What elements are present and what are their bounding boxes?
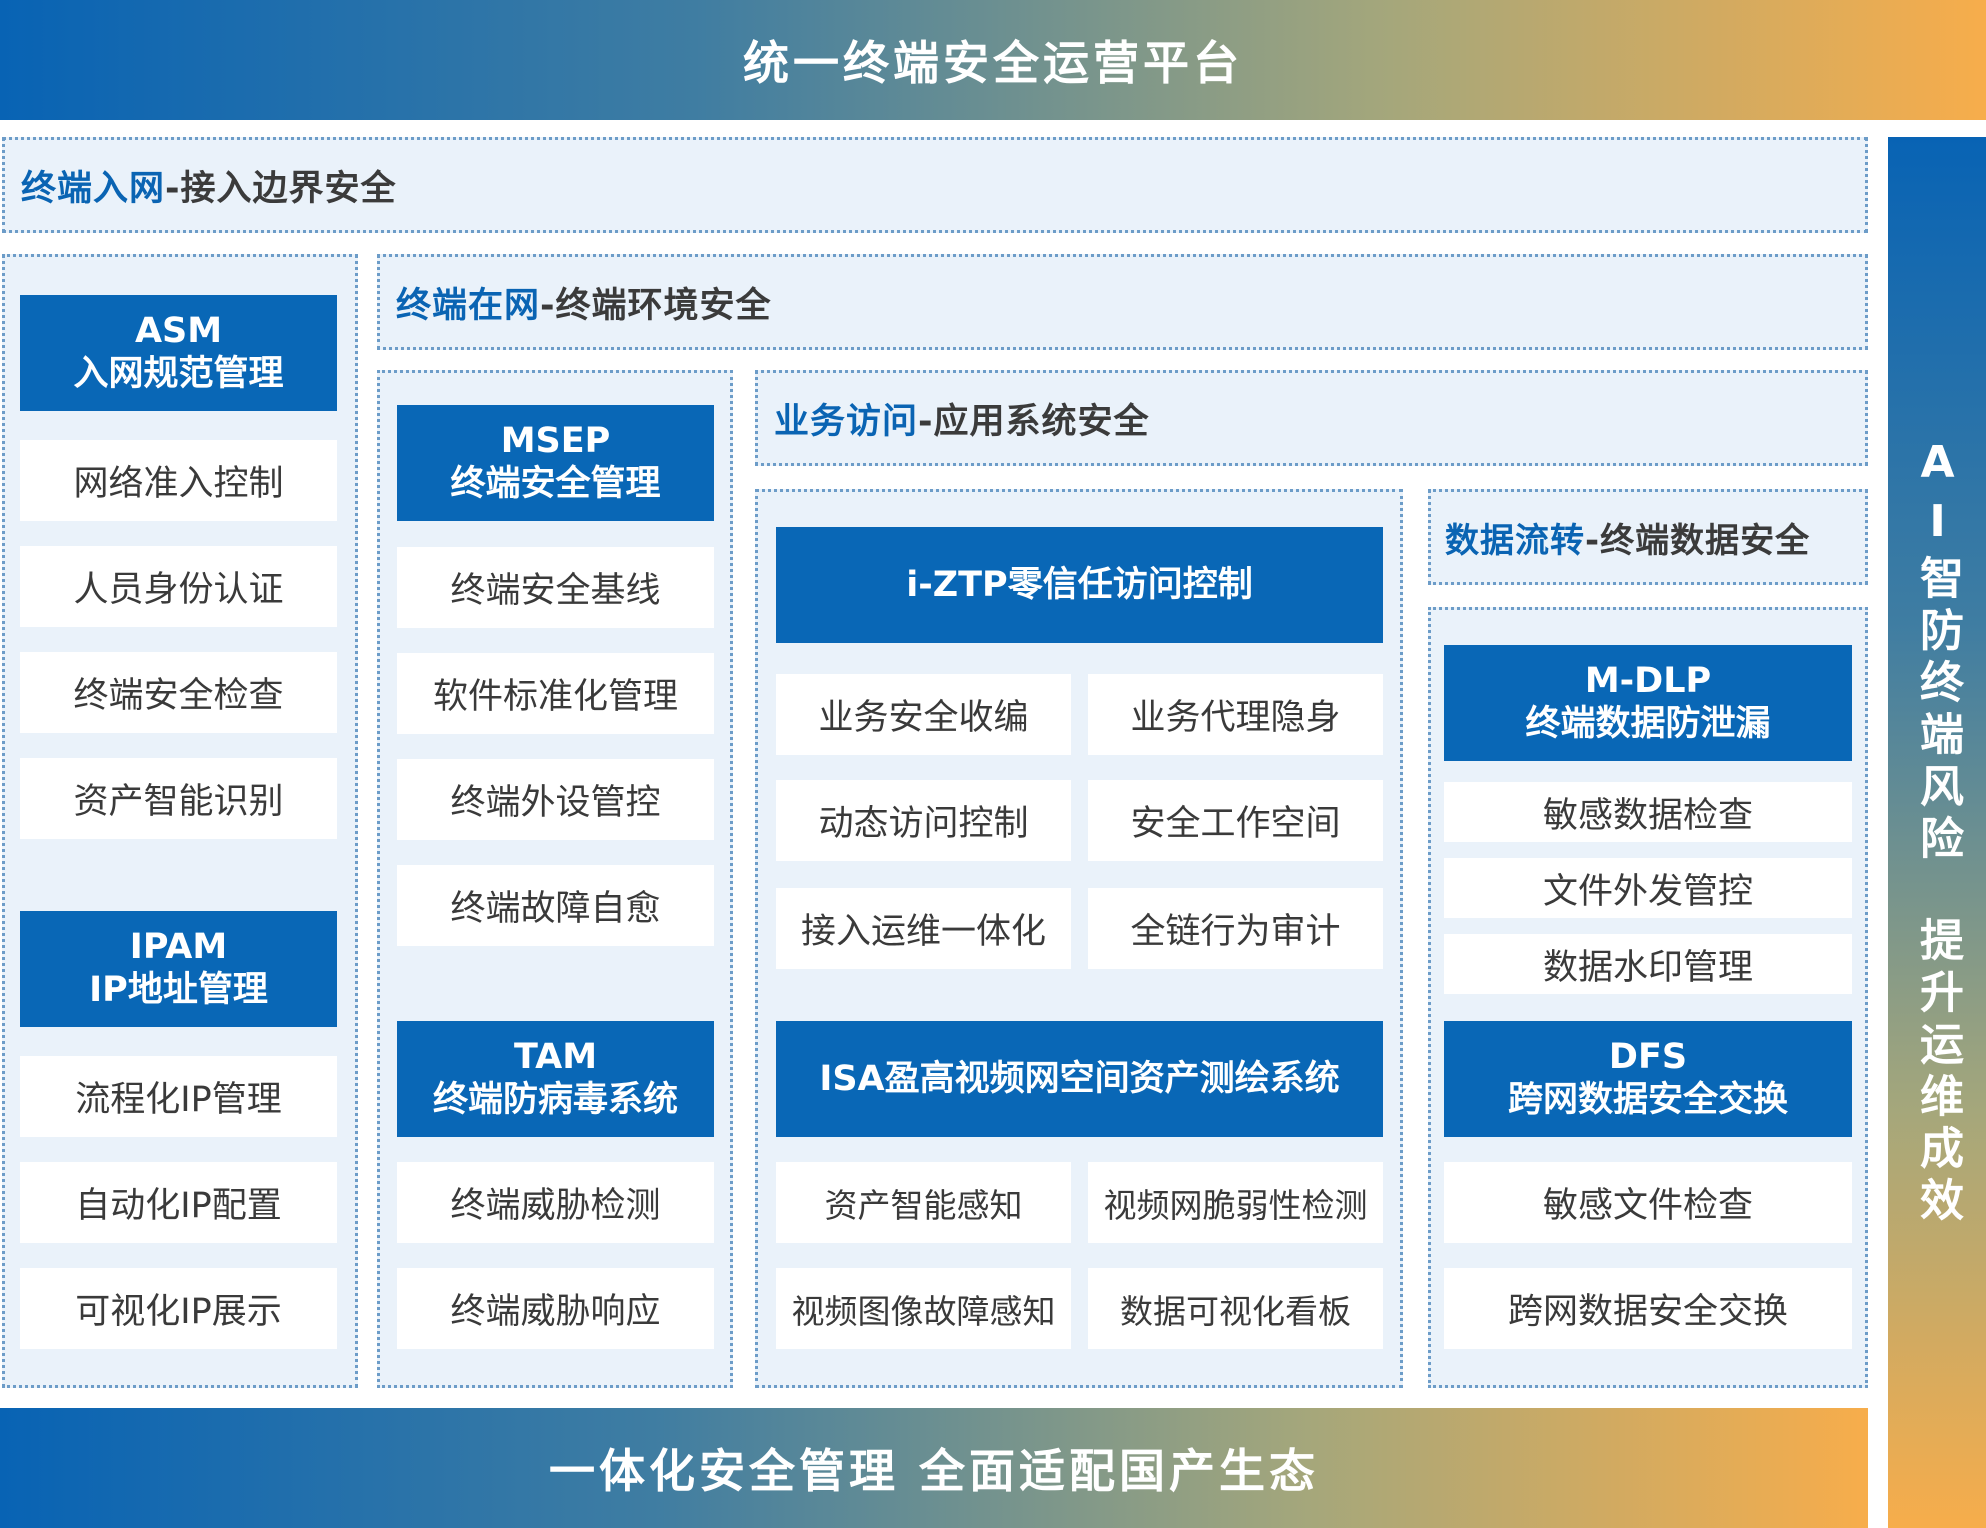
iztp-item: 安全工作空间: [1088, 780, 1383, 861]
top-banner: 统一终端安全运营平台: [0, 0, 1986, 120]
layer-env-rest: -终端环境安全: [540, 285, 772, 326]
dfs-label: 跨网数据安全交换: [1507, 1080, 1788, 1120]
mdlp-header: M-DLP 终端数据防泄漏: [1444, 645, 1852, 761]
layer-env-highlight: 终端在网: [396, 285, 541, 326]
asm-code: ASM: [134, 311, 223, 351]
asm-item: 资产智能识别: [20, 758, 337, 839]
iztp-item: 全链行为审计: [1088, 888, 1383, 969]
isa-item: 视频网脆弱性检测: [1088, 1162, 1383, 1243]
ipam-code: IPAM: [129, 927, 228, 967]
layer-access-title: 终端入网 -接入边界安全: [2, 137, 1868, 233]
layer-app-highlight: 业务访问: [774, 401, 919, 442]
ipam-header: IPAM IP地址管理: [20, 911, 337, 1027]
side-banner: AI智防终端风险 提升运维成效: [1888, 137, 1986, 1528]
iztp-item: 接入运维一体化: [776, 888, 1071, 969]
layer-access-highlight: 终端入网: [21, 168, 166, 209]
ipam-item: 自动化IP配置: [20, 1162, 337, 1243]
mdlp-label: 终端数据防泄漏: [1525, 704, 1771, 744]
layer-app-rest: -应用系统安全: [918, 401, 1150, 442]
iztp-item: 业务代理隐身: [1088, 674, 1383, 755]
ipam-label: IP地址管理: [89, 970, 268, 1010]
tam-item: 终端威胁响应: [397, 1268, 714, 1349]
iztp-item: 动态访问控制: [776, 780, 1071, 861]
layer-data-highlight: 数据流转: [1445, 520, 1585, 561]
mdlp-item: 数据水印管理: [1444, 934, 1852, 994]
layer-data-title: 数据流转 -终端数据安全: [1428, 489, 1868, 585]
mdlp-code: M-DLP: [1584, 661, 1712, 701]
asm-header: ASM 入网规范管理: [20, 295, 337, 411]
asm-item: 终端安全检查: [20, 652, 337, 733]
tam-label: 终端防病毒系统: [432, 1080, 678, 1120]
layer-access-rest: -接入边界安全: [165, 168, 397, 209]
isa-item: 资产智能感知: [776, 1162, 1071, 1243]
iztp-title: i-ZTP零信任访问控制: [906, 564, 1253, 605]
mdlp-item: 敏感数据检查: [1444, 782, 1852, 842]
tam-code: TAM: [513, 1037, 598, 1077]
asm-label: 入网规范管理: [73, 354, 284, 394]
asm-item: 人员身份认证: [20, 546, 337, 627]
mdlp-item: 文件外发管控: [1444, 858, 1852, 918]
msep-item: 终端故障自愈: [397, 865, 714, 946]
ipam-item: 可视化IP展示: [20, 1268, 337, 1349]
msep-item: 终端外设管控: [397, 759, 714, 840]
msep-item: 终端安全基线: [397, 547, 714, 628]
asm-item: 网络准入控制: [20, 440, 337, 521]
bottom-banner: 一体化安全管理 全面适配国产生态: [0, 1408, 1868, 1528]
layer-env-title: 终端在网 -终端环境安全: [377, 254, 1868, 350]
tam-header: TAM 终端防病毒系统: [397, 1021, 714, 1137]
layer-data-rest: -终端数据安全: [1585, 520, 1811, 561]
isa-item: 数据可视化看板: [1088, 1268, 1383, 1349]
side-banner-line2: 提升运维成效: [1912, 916, 1963, 1229]
dfs-header: DFS 跨网数据安全交换: [1444, 1021, 1852, 1137]
dfs-item: 敏感文件检查: [1444, 1162, 1852, 1243]
layer-app-title: 业务访问 -应用系统安全: [755, 370, 1868, 466]
dfs-item: 跨网数据安全交换: [1444, 1268, 1852, 1349]
isa-title: ISA盈高视频网空间资产测绘系统: [819, 1058, 1340, 1099]
isa-item: 视频图像故障感知: [776, 1268, 1071, 1349]
msep-header: MSEP 终端安全管理: [397, 405, 714, 521]
iztp-header: i-ZTP零信任访问控制: [776, 527, 1383, 643]
msep-label: 终端安全管理: [450, 464, 661, 504]
dfs-code: DFS: [1608, 1037, 1688, 1077]
msep-item: 软件标准化管理: [397, 653, 714, 734]
isa-header: ISA盈高视频网空间资产测绘系统: [776, 1021, 1383, 1137]
ipam-item: 流程化IP管理: [20, 1056, 337, 1137]
msep-code: MSEP: [500, 421, 611, 461]
tam-item: 终端威胁检测: [397, 1162, 714, 1243]
side-banner-line1: AI智防终端风险: [1912, 436, 1963, 867]
iztp-item: 业务安全收编: [776, 674, 1071, 755]
